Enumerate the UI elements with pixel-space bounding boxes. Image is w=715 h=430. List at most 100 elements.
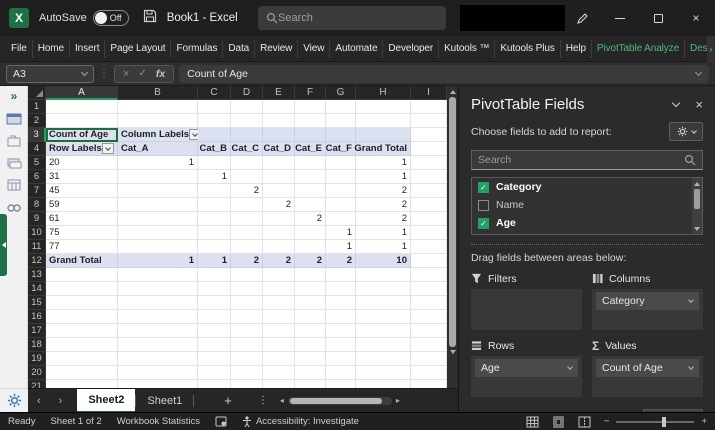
expand-pane-icon[interactable]: » [0, 86, 28, 106]
cell-A12[interactable]: Grand Total [46, 254, 118, 268]
cell-H9[interactable]: 2 [356, 212, 411, 226]
cell-I6[interactable] [411, 170, 447, 184]
cell-E1[interactable] [263, 100, 295, 114]
row-header-18[interactable]: 18 [28, 338, 46, 352]
cell-I9[interactable] [411, 212, 447, 226]
cell-C8[interactable] [198, 198, 231, 212]
cell-H1[interactable] [356, 100, 411, 114]
col-header-E[interactable]: E [263, 86, 295, 100]
ribbon-tab-data[interactable]: Data [222, 39, 254, 58]
insert-function-icon[interactable]: fx [156, 68, 165, 80]
cell-H2[interactable] [356, 114, 411, 128]
cell-C11[interactable] [198, 240, 231, 254]
titlebar-search[interactable] [258, 6, 446, 30]
ribbon-tab-help[interactable]: Help [559, 39, 591, 58]
cell-C3[interactable] [198, 128, 231, 142]
cell-C9[interactable] [198, 212, 231, 226]
cell-G1[interactable] [326, 100, 356, 114]
cell-D18[interactable] [231, 338, 263, 352]
pivot-field-pill-category[interactable]: Category [596, 292, 699, 310]
cell-D14[interactable] [231, 282, 263, 296]
col-header-C[interactable]: C [198, 86, 231, 100]
row-header-5[interactable]: 5 [28, 156, 46, 170]
cell-F16[interactable] [295, 310, 326, 324]
cell-A15[interactable] [46, 296, 118, 310]
cell-D20[interactable] [231, 366, 263, 380]
row-header-1[interactable]: 1 [28, 100, 46, 114]
pivot-field-pill-count-of-age[interactable]: Count of Age [596, 359, 699, 377]
cell-E6[interactable] [263, 170, 295, 184]
page-break-view-icon[interactable] [578, 416, 591, 428]
ribbon-tab-home[interactable]: Home [31, 39, 69, 58]
scroll-down-icon[interactable] [449, 350, 456, 354]
cell-A20[interactable] [46, 366, 118, 380]
ribbon-tab-kutools-plus[interactable]: Kutools Plus [494, 39, 559, 58]
cell-C7[interactable] [198, 184, 231, 198]
cell-H3[interactable] [356, 128, 411, 142]
pen-mode-icon[interactable] [563, 0, 601, 36]
cell-G9[interactable] [326, 212, 356, 226]
cell-B21[interactable] [118, 380, 198, 388]
cell-F9[interactable]: 2 [295, 212, 326, 226]
field-scroll-thumb[interactable] [694, 189, 700, 209]
field-item-name[interactable]: Name [472, 196, 702, 214]
cell-C6[interactable]: 1 [198, 170, 231, 184]
cell-H8[interactable]: 2 [356, 198, 411, 212]
cell-G21[interactable] [326, 380, 356, 388]
row-header-14[interactable]: 14 [28, 282, 46, 296]
zoom-slider[interactable] [616, 416, 695, 427]
cell-E4[interactable]: Cat_D [263, 142, 295, 156]
cell-D12[interactable]: 2 [231, 254, 263, 268]
cell-C19[interactable] [198, 352, 231, 366]
area-box-rows[interactable]: Age [471, 356, 582, 397]
accessibility-status[interactable]: Accessibility: Investigate [242, 415, 359, 428]
scroll-up-icon[interactable] [449, 90, 456, 94]
cell-I21[interactable] [411, 380, 447, 388]
cell-H7[interactable]: 2 [356, 184, 411, 198]
ribbon-tab-developer[interactable]: Developer [382, 39, 438, 58]
cell-D15[interactable] [231, 296, 263, 310]
cell-A17[interactable] [46, 324, 118, 338]
cell-B11[interactable] [118, 240, 198, 254]
col-header-I[interactable]: I [411, 86, 447, 100]
cell-F21[interactable] [295, 380, 326, 388]
cell-G8[interactable] [326, 198, 356, 212]
maximize-button[interactable] [639, 0, 677, 36]
status-sheet-info[interactable]: Sheet 1 of 2 [50, 416, 101, 427]
cell-I14[interactable] [411, 282, 447, 296]
row-header-19[interactable]: 19 [28, 352, 46, 366]
scroll-down-icon[interactable] [694, 227, 700, 231]
cell-I16[interactable] [411, 310, 447, 324]
cell-G3[interactable] [326, 128, 356, 142]
cell-G7[interactable] [326, 184, 356, 198]
col-header-F[interactable]: F [295, 86, 326, 100]
cell-F12[interactable]: 2 [295, 254, 326, 268]
cell-A2[interactable] [46, 114, 118, 128]
cell-G17[interactable] [326, 324, 356, 338]
kutools-settings-button[interactable] [0, 388, 28, 412]
field-item-age[interactable]: ✓ Age [472, 214, 702, 232]
field-checkbox-name[interactable] [478, 199, 489, 211]
cell-F20[interactable] [295, 366, 326, 380]
row-header-17[interactable]: 17 [28, 324, 46, 338]
cell-F14[interactable] [295, 282, 326, 296]
search-input[interactable] [278, 12, 418, 24]
cell-G18[interactable] [326, 338, 356, 352]
cell-A18[interactable] [46, 338, 118, 352]
ribbon-tab-view[interactable]: View [297, 39, 329, 58]
row-header-7[interactable]: 7 [28, 184, 46, 198]
cell-C2[interactable] [198, 114, 231, 128]
vertical-scrollbar[interactable] [447, 86, 458, 388]
cell-G16[interactable] [326, 310, 356, 324]
cell-A10[interactable]: 75 [46, 226, 118, 240]
cell-F7[interactable] [295, 184, 326, 198]
horizontal-scroll-thumb[interactable] [289, 397, 382, 404]
cell-F18[interactable] [295, 338, 326, 352]
pane-close-icon[interactable]: × [695, 97, 703, 112]
cell-A9[interactable]: 61 [46, 212, 118, 226]
filter-dropdown-A4[interactable] [102, 143, 114, 154]
cell-H20[interactable] [356, 366, 411, 380]
cell-D3[interactable] [231, 128, 263, 142]
cell-A13[interactable] [46, 268, 118, 282]
cell-I20[interactable] [411, 366, 447, 380]
